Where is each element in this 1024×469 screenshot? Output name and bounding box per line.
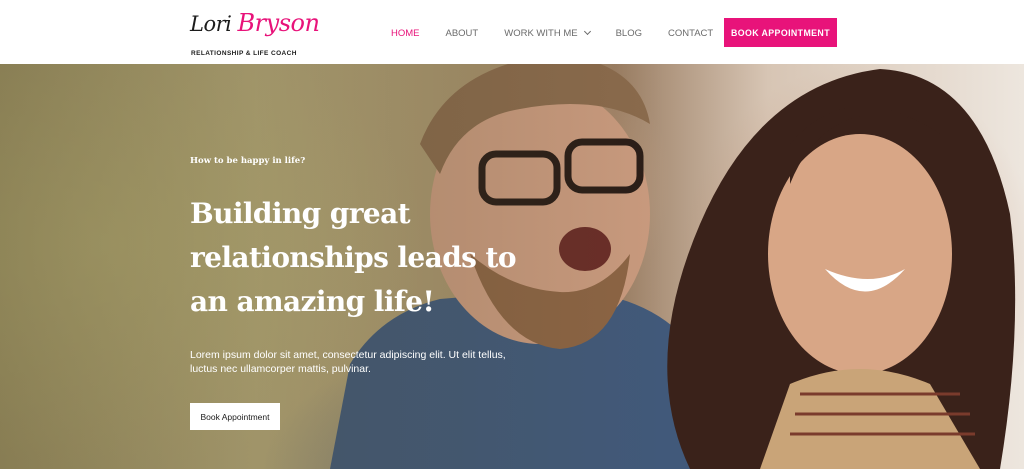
nav-item-work-with-me[interactable]: WORK WITH ME	[504, 27, 591, 39]
hero-banner: How to be happy in life? Building great …	[0, 64, 1024, 469]
hero-body: Lorem ipsum dolor sit amet, consectetur …	[190, 349, 506, 375]
logo-first-name: Lori	[190, 12, 232, 36]
logo-wordmark: Lori Bryson	[190, 9, 320, 37]
site-header: Lori Bryson RELATIONSHIP & LIFE COACH HO…	[0, 0, 1024, 64]
nav-label: WORK WITH ME	[504, 27, 578, 39]
nav-item-about[interactable]: ABOUT	[446, 28, 479, 39]
nav-label: BLOG	[615, 27, 642, 39]
chevron-down-icon	[583, 27, 591, 36]
logo-last-name: Bryson	[237, 9, 320, 37]
hero-eyebrow: How to be happy in life?	[190, 156, 306, 166]
hero-headline: Building great relationships leads to an…	[190, 197, 516, 318]
main-nav: HOME ABOUT WORK WITH ME BLOG CONTACT	[391, 26, 739, 40]
logo-tagline: RELATIONSHIP & LIFE COACH	[191, 50, 297, 57]
book-appointment-button[interactable]: BOOK APPOINTMENT	[724, 18, 837, 47]
logo[interactable]: Lori Bryson RELATIONSHIP & LIFE COACH	[190, 10, 320, 57]
nav-label: HOME	[391, 27, 420, 39]
nav-label: CONTACT	[668, 27, 714, 39]
nav-label: ABOUT	[445, 27, 479, 39]
nav-item-home[interactable]: HOME	[391, 28, 420, 39]
hero-book-appointment-button[interactable]: Book Appointment	[190, 403, 280, 430]
nav-item-blog[interactable]: BLOG	[616, 28, 642, 39]
nav-item-contact[interactable]: CONTACT	[668, 28, 713, 39]
